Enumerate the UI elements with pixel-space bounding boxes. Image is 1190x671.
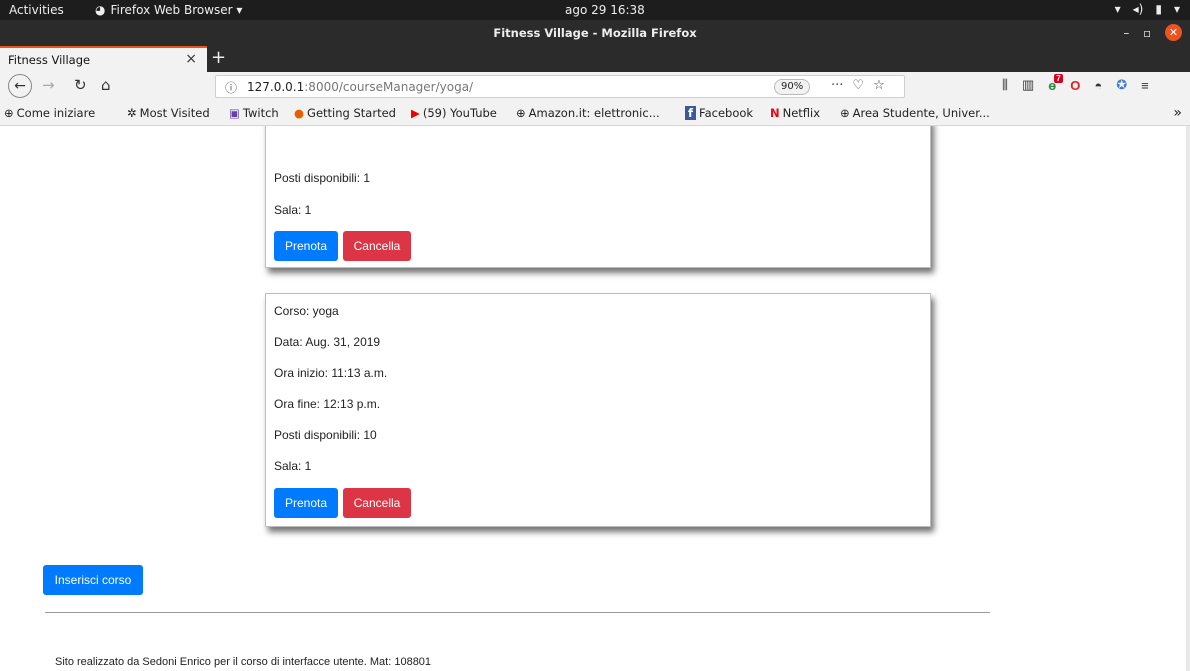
bookmark-come-iniziare[interactable]: ⊕ Come iniziare bbox=[4, 106, 95, 120]
wifi-icon: ▾ bbox=[1114, 2, 1121, 16]
page-actions-menu-icon[interactable]: ··· bbox=[831, 78, 843, 93]
os-top-bar: Activities ◕ Firefox Web Browser ▾ ago 2… bbox=[0, 0, 1190, 20]
card-room: Sala: 1 bbox=[274, 459, 312, 473]
card-date: Data: Aug. 31, 2019 bbox=[274, 335, 381, 349]
maximize-icon[interactable]: ▫ bbox=[1143, 26, 1151, 40]
close-window-button[interactable]: ✕ bbox=[1165, 24, 1182, 41]
extension-button[interactable]: ɵ 7 bbox=[1048, 73, 1063, 93]
opera-icon[interactable]: O bbox=[1070, 78, 1080, 93]
delete-button[interactable]: Cancella bbox=[343, 231, 411, 261]
bookmark-label: Getting Started bbox=[307, 106, 396, 120]
library-icon[interactable]: ⫼ bbox=[1002, 77, 1008, 93]
window-controls: – ▫ ✕ bbox=[1123, 24, 1182, 41]
bookmark-facebook[interactable]: f Facebook bbox=[685, 106, 753, 120]
footer-divider bbox=[45, 612, 990, 613]
page-viewport: Posti disponibili: 1 Sala: 1 Prenota Can… bbox=[0, 126, 1190, 671]
book-button[interactable]: Prenota bbox=[274, 231, 338, 261]
bookmark-label: Amazon.it: elettronic... bbox=[528, 106, 660, 120]
window-title-bar: Fitness Village - Mozilla Firefox – ▫ ✕ bbox=[0, 20, 1190, 46]
window-title: Fitness Village - Mozilla Firefox bbox=[493, 26, 697, 40]
system-tray[interactable]: ▾ ◂) ▮ ▾ bbox=[1115, 2, 1180, 16]
bookmark-label: Netflix bbox=[782, 106, 821, 120]
globe-icon: ⊕ bbox=[4, 106, 14, 120]
firefox-icon: ◕ bbox=[95, 3, 106, 17]
facebook-icon: f bbox=[685, 106, 697, 120]
card-available-seats: Posti disponibili: 10 bbox=[274, 428, 377, 442]
card-available-seats: Posti disponibili: 1 bbox=[274, 171, 371, 185]
twitch-icon: ▣ bbox=[229, 106, 240, 120]
minimize-icon[interactable]: – bbox=[1123, 26, 1129, 40]
reload-button[interactable]: ↻ bbox=[74, 76, 87, 94]
url-host: 127.0.0.1 bbox=[247, 80, 305, 94]
bookmark-netflix[interactable]: N Netflix bbox=[770, 106, 820, 120]
reload-icon: ↻ bbox=[74, 76, 87, 94]
delete-button[interactable]: Cancella bbox=[343, 488, 411, 518]
close-icon: ✕ bbox=[1168, 26, 1179, 39]
card-start-time: Ora inizio: 11:13 a.m. bbox=[274, 366, 388, 380]
tab-title: Fitness Village bbox=[8, 53, 91, 67]
app-menu[interactable]: ◕ Firefox Web Browser ▾ bbox=[95, 3, 242, 17]
card-end-time: Ora fine: 12:13 p.m. bbox=[274, 397, 381, 411]
forward-button[interactable]: → bbox=[42, 76, 55, 94]
pocket-icon[interactable]: ♡ bbox=[852, 78, 864, 93]
url-text: 127.0.0.1:8000/courseManager/yoga/ bbox=[247, 80, 473, 94]
tab-strip: Fitness Village × + bbox=[0, 46, 1190, 72]
system-menu-chevron-icon: ▾ bbox=[1173, 2, 1180, 16]
bookmark-most-visited[interactable]: ✲ Most Visited bbox=[127, 106, 210, 120]
gear-icon: ✲ bbox=[127, 106, 137, 120]
back-button[interactable]: ← bbox=[8, 74, 32, 98]
youtube-icon: ▶ bbox=[411, 106, 420, 120]
card-room: Sala: 1 bbox=[274, 203, 312, 217]
home-icon: ⌂ bbox=[101, 76, 111, 94]
arrow-right-icon: → bbox=[42, 76, 55, 94]
activities-button[interactable]: Activities bbox=[9, 3, 64, 17]
card-course: Corso: yoga bbox=[274, 304, 339, 318]
info-icon[interactable]: ⓘ bbox=[225, 79, 237, 96]
firefox-icon: ● bbox=[294, 106, 305, 120]
course-card: Corso: yoga Data: Aug. 31, 2019 Ora iniz… bbox=[265, 293, 931, 527]
insert-course-button[interactable]: Inserisci corso bbox=[43, 565, 143, 595]
home-button[interactable]: ⌂ bbox=[101, 76, 111, 94]
clock[interactable]: ago 29 16:38 bbox=[565, 3, 645, 17]
vpn-icon[interactable]: ✪ bbox=[1116, 77, 1127, 93]
page-scrollbar[interactable] bbox=[1186, 126, 1190, 671]
bookmark-label: Most Visited bbox=[139, 106, 210, 120]
extension-badge-count: 7 bbox=[1054, 73, 1063, 83]
bookmark-getting-started[interactable]: ● Getting Started bbox=[294, 106, 396, 120]
bookmark-twitch[interactable]: ▣ Twitch bbox=[229, 106, 279, 120]
globe-icon: ⊕ bbox=[840, 106, 850, 120]
bookmark-area-studente[interactable]: ⊕ Area Studente, Univer... bbox=[840, 106, 990, 120]
app-menu-label: Firefox Web Browser ▾ bbox=[110, 3, 243, 17]
url-bar[interactable]: ⓘ 127.0.0.1:8000/courseManager/yoga/ 90%… bbox=[215, 75, 905, 98]
course-card: Posti disponibili: 1 Sala: 1 Prenota Can… bbox=[265, 126, 931, 268]
page-actions: ··· ♡ ☆ bbox=[831, 78, 885, 93]
bookmark-amazon[interactable]: ⊕ Amazon.it: elettronic... bbox=[516, 106, 660, 120]
bookmark-label: Facebook bbox=[699, 106, 754, 120]
globe-icon: ⊕ bbox=[516, 106, 526, 120]
volume-icon: ◂) bbox=[1132, 2, 1144, 16]
tab-fitness-village[interactable]: Fitness Village × bbox=[0, 46, 207, 72]
book-button[interactable]: Prenota bbox=[274, 488, 338, 518]
bookmark-youtube[interactable]: ▶ (59) YouTube bbox=[411, 106, 497, 120]
url-path: :8000/courseManager/yoga/ bbox=[304, 80, 474, 94]
incognito-icon[interactable]: ◓ bbox=[1094, 78, 1102, 93]
bookmark-label: Area Studente, Univer... bbox=[852, 106, 990, 120]
new-tab-button[interactable]: + bbox=[211, 47, 226, 68]
bookmark-star-icon[interactable]: ☆ bbox=[873, 78, 885, 93]
toolbar-icons: ⫼ ▥ ɵ 7 O ◓ ✪ ≡ bbox=[1002, 73, 1149, 93]
footer-text: Sito realizzato da Sedoni Enrico per il … bbox=[55, 656, 432, 668]
bookmark-label: (59) YouTube bbox=[422, 106, 497, 120]
netflix-icon: N bbox=[770, 106, 780, 120]
bookmark-label: Twitch bbox=[242, 106, 279, 120]
hamburger-menu-icon[interactable]: ≡ bbox=[1141, 78, 1149, 93]
tab-close-icon[interactable]: × bbox=[185, 51, 197, 67]
bookmarks-overflow-icon[interactable]: » bbox=[1173, 105, 1182, 121]
sidebar-icon[interactable]: ▥ bbox=[1022, 77, 1034, 93]
zoom-level-badge[interactable]: 90% bbox=[774, 79, 811, 95]
navigation-toolbar: ← → ↻ ⌂ ⓘ 127.0.0.1:8000/courseManager/y… bbox=[0, 72, 1190, 102]
battery-icon: ▮ bbox=[1155, 2, 1162, 16]
bookmarks-bar: ⊕ Come iniziare ✲ Most Visited ▣ Twitch ● Ge… bbox=[0, 102, 1190, 126]
bookmark-label: Come iniziare bbox=[16, 106, 96, 120]
arrow-left-icon: ← bbox=[14, 78, 26, 94]
